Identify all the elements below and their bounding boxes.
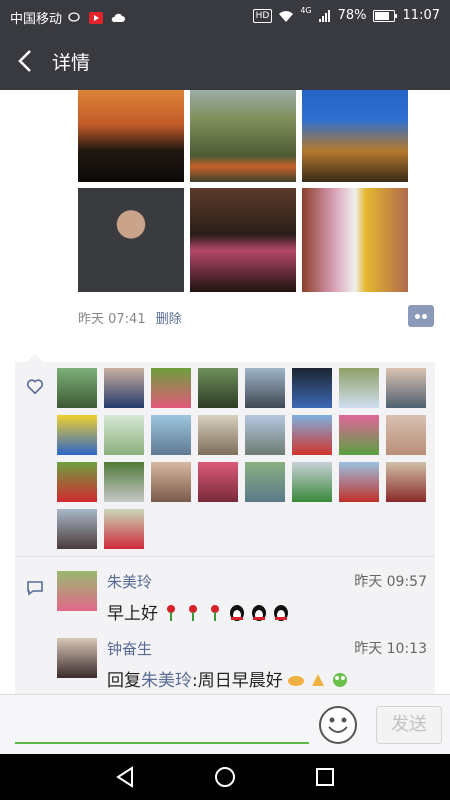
frog-emoji-icon bbox=[332, 673, 347, 687]
photo-woman-flowers[interactable] bbox=[302, 188, 408, 292]
comment-body: :周日早晨好 bbox=[192, 671, 283, 691]
wifi-icon bbox=[279, 10, 294, 22]
nav-back-icon[interactable] bbox=[110, 762, 140, 792]
cloud-notification-icon bbox=[111, 13, 126, 22]
comment-input[interactable] bbox=[15, 742, 309, 744]
heart-outline-icon bbox=[26, 379, 44, 395]
like-avatar[interactable] bbox=[198, 462, 238, 502]
comment-item[interactable]: 钟奋生 昨天 10:13 回复朱美玲:周日早晨好 bbox=[57, 638, 427, 694]
nav-recents-icon[interactable] bbox=[310, 762, 340, 792]
avatar[interactable] bbox=[57, 638, 97, 678]
penguin-emoji-icon bbox=[252, 605, 266, 621]
send-button[interactable]: 发送 bbox=[376, 706, 442, 744]
like-avatar[interactable] bbox=[198, 415, 238, 455]
divider bbox=[15, 556, 435, 557]
like-avatar[interactable] bbox=[57, 368, 97, 408]
comment-time: 昨天 09:57 bbox=[354, 574, 427, 590]
likes-comments-panel: 朱美玲 昨天 09:57 早上好 钟奋生 昨天 10:13 回复朱美玲:周日早晨… bbox=[15, 354, 435, 694]
battery-icon bbox=[372, 9, 397, 22]
like-avatar[interactable] bbox=[151, 415, 191, 455]
clap-emoji-icon bbox=[311, 674, 324, 686]
system-nav-bar bbox=[0, 754, 450, 800]
delete-link[interactable]: 删除 bbox=[156, 312, 182, 327]
photo-sunset-bird[interactable] bbox=[78, 90, 184, 182]
dot-2 bbox=[422, 314, 427, 319]
comment-more-button[interactable] bbox=[408, 305, 434, 327]
comment-text: 回复朱美玲:周日早晨好 bbox=[107, 666, 349, 691]
like-avatar[interactable] bbox=[292, 462, 332, 502]
smiley-icon[interactable] bbox=[318, 705, 358, 745]
like-avatar[interactable] bbox=[245, 368, 285, 408]
photo-man-portrait[interactable] bbox=[78, 188, 184, 292]
network-label: 4G bbox=[300, 6, 312, 15]
comment-item[interactable]: 朱美玲 昨天 09:57 早上好 bbox=[57, 571, 427, 627]
back-arrow-icon[interactable] bbox=[10, 44, 42, 78]
dot-1 bbox=[415, 314, 420, 319]
like-avatar[interactable] bbox=[292, 368, 332, 408]
hd-badge: HD bbox=[252, 8, 273, 23]
carrier-label: 中国移动 bbox=[10, 12, 63, 27]
like-avatar[interactable] bbox=[339, 415, 379, 455]
moment-detail: 昨天 07:41 删除 朱美玲 昨天 09:57 早上好 钟奋生 昨天 10:1… bbox=[0, 90, 450, 694]
battery-percent: 78% bbox=[337, 8, 367, 23]
like-avatar[interactable] bbox=[245, 415, 285, 455]
clock: 11:07 bbox=[402, 8, 440, 23]
like-avatar[interactable] bbox=[292, 415, 332, 455]
rose-emoji-icon bbox=[189, 605, 197, 621]
nav-home-icon[interactable] bbox=[210, 762, 240, 792]
like-avatar[interactable] bbox=[386, 368, 426, 408]
comment-bubble-icon bbox=[27, 581, 43, 596]
photo-field-woman[interactable] bbox=[190, 90, 296, 182]
like-avatar[interactable] bbox=[104, 415, 144, 455]
page-title: 详情 bbox=[52, 52, 91, 74]
like-avatar[interactable] bbox=[386, 415, 426, 455]
app-bar: 详情 bbox=[0, 32, 450, 90]
post-meta: 昨天 07:41 删除 bbox=[78, 308, 182, 327]
like-avatar[interactable] bbox=[339, 462, 379, 502]
like-avatar[interactable] bbox=[245, 462, 285, 502]
like-avatar[interactable] bbox=[57, 415, 97, 455]
handshake-emoji-icon bbox=[287, 676, 304, 686]
like-avatar[interactable] bbox=[57, 509, 97, 549]
like-avatar[interactable] bbox=[386, 462, 426, 502]
like-avatar[interactable] bbox=[339, 368, 379, 408]
status-bar: 中国移动 HD 4G 78% 11:07 bbox=[0, 0, 450, 32]
like-avatar[interactable] bbox=[104, 509, 144, 549]
signal-icon bbox=[318, 9, 330, 22]
like-avatar[interactable] bbox=[198, 368, 238, 408]
comment-text: 早上好 bbox=[107, 599, 290, 624]
avatar[interactable] bbox=[57, 571, 97, 611]
video-notification-icon bbox=[89, 11, 104, 24]
commenter-name[interactable]: 钟奋生 bbox=[107, 638, 152, 659]
penguin-emoji-icon bbox=[274, 605, 288, 621]
like-avatar[interactable] bbox=[57, 462, 97, 502]
reply-prefix: 回复 bbox=[107, 671, 141, 691]
rose-emoji-icon bbox=[167, 605, 175, 621]
wechat-notification-icon bbox=[68, 11, 80, 22]
status-right: HD 4G 78% 11:07 bbox=[252, 6, 440, 23]
comment-time: 昨天 10:13 bbox=[354, 641, 427, 657]
comment-body: 早上好 bbox=[107, 604, 158, 624]
photo-woman-gym[interactable] bbox=[190, 188, 296, 292]
like-avatar[interactable] bbox=[104, 462, 144, 502]
like-avatar[interactable] bbox=[151, 368, 191, 408]
like-avatar[interactable] bbox=[151, 462, 191, 502]
comment-input-bar: 发送 bbox=[0, 694, 450, 755]
post-time: 昨天 07:41 bbox=[78, 312, 146, 327]
commenter-name[interactable]: 朱美玲 bbox=[107, 571, 152, 592]
photo-city-night[interactable] bbox=[302, 90, 408, 182]
reply-target-name[interactable]: 朱美玲 bbox=[141, 671, 192, 691]
rose-emoji-icon bbox=[211, 605, 219, 621]
photo-grid bbox=[78, 90, 408, 294]
status-left: 中国移动 bbox=[10, 8, 126, 27]
like-avatar[interactable] bbox=[104, 368, 144, 408]
penguin-emoji-icon bbox=[230, 605, 244, 621]
